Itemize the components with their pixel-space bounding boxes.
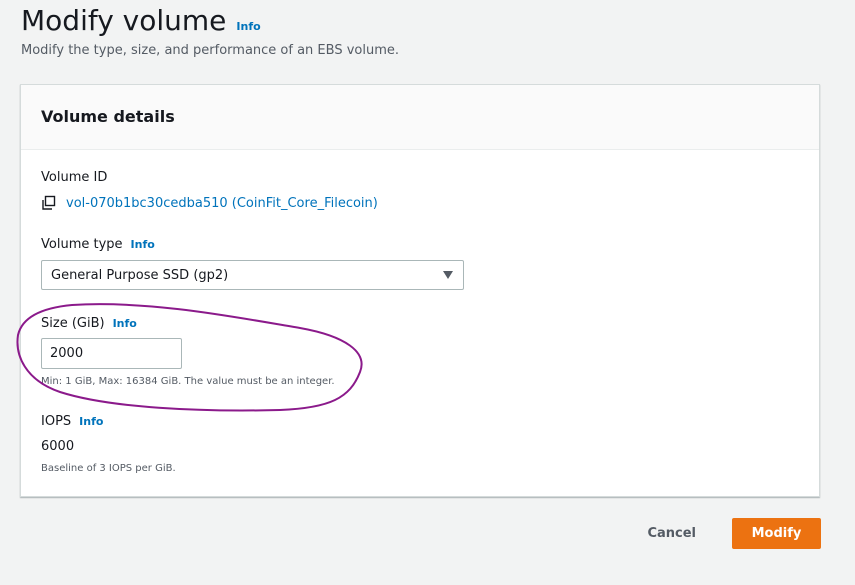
- copy-icon[interactable]: [41, 195, 57, 211]
- size-hint: Min: 1 GiB, Max: 16384 GiB. The value mu…: [41, 376, 335, 387]
- size-label: Size (GiB) Info: [41, 316, 137, 331]
- volume-type-label-text: Volume type: [41, 237, 123, 252]
- volume-type-label: Volume type Info: [41, 237, 155, 252]
- page-header: Modify volume Info: [21, 2, 261, 40]
- volume-details-panel: Volume details Volume ID vol-070b1bc30ce…: [20, 84, 820, 497]
- iops-label: IOPS Info: [41, 414, 103, 429]
- iops-label-text: IOPS: [41, 414, 72, 429]
- iops-info-link[interactable]: Info: [79, 415, 103, 428]
- size-label-text: Size (GiB): [41, 316, 105, 331]
- panel-title: Volume details: [41, 107, 175, 126]
- size-input[interactable]: [41, 338, 182, 369]
- volume-type-select[interactable]: General Purpose SSD (gp2): [41, 260, 464, 290]
- panel-header: Volume details: [21, 85, 819, 150]
- volume-id-label-text: Volume ID: [41, 170, 108, 185]
- volume-id-label: Volume ID: [41, 170, 107, 185]
- modify-button[interactable]: Modify: [732, 518, 821, 549]
- footer-actions: Cancel Modify: [641, 518, 821, 549]
- page-title: Modify volume: [21, 4, 227, 37]
- page: Modify volume Info Modify the type, size…: [0, 0, 855, 585]
- volume-type-selected: General Purpose SSD (gp2): [51, 267, 229, 283]
- volume-id-link[interactable]: vol-070b1bc30cedba510 (CoinFit_Core_File…: [66, 196, 378, 211]
- iops-value: 6000: [41, 439, 75, 454]
- cancel-button[interactable]: Cancel: [641, 525, 702, 542]
- title-info-link[interactable]: Info: [236, 20, 260, 33]
- volume-type-info-link[interactable]: Info: [131, 238, 155, 251]
- caret-down-icon: [443, 271, 453, 279]
- iops-hint: Baseline of 3 IOPS per GiB.: [41, 463, 176, 474]
- title-row: Modify volume Info: [21, 2, 261, 40]
- page-description: Modify the type, size, and performance o…: [21, 43, 400, 58]
- size-info-link[interactable]: Info: [113, 317, 137, 330]
- volume-id-row: vol-070b1bc30cedba510 (CoinFit_Core_File…: [41, 195, 378, 211]
